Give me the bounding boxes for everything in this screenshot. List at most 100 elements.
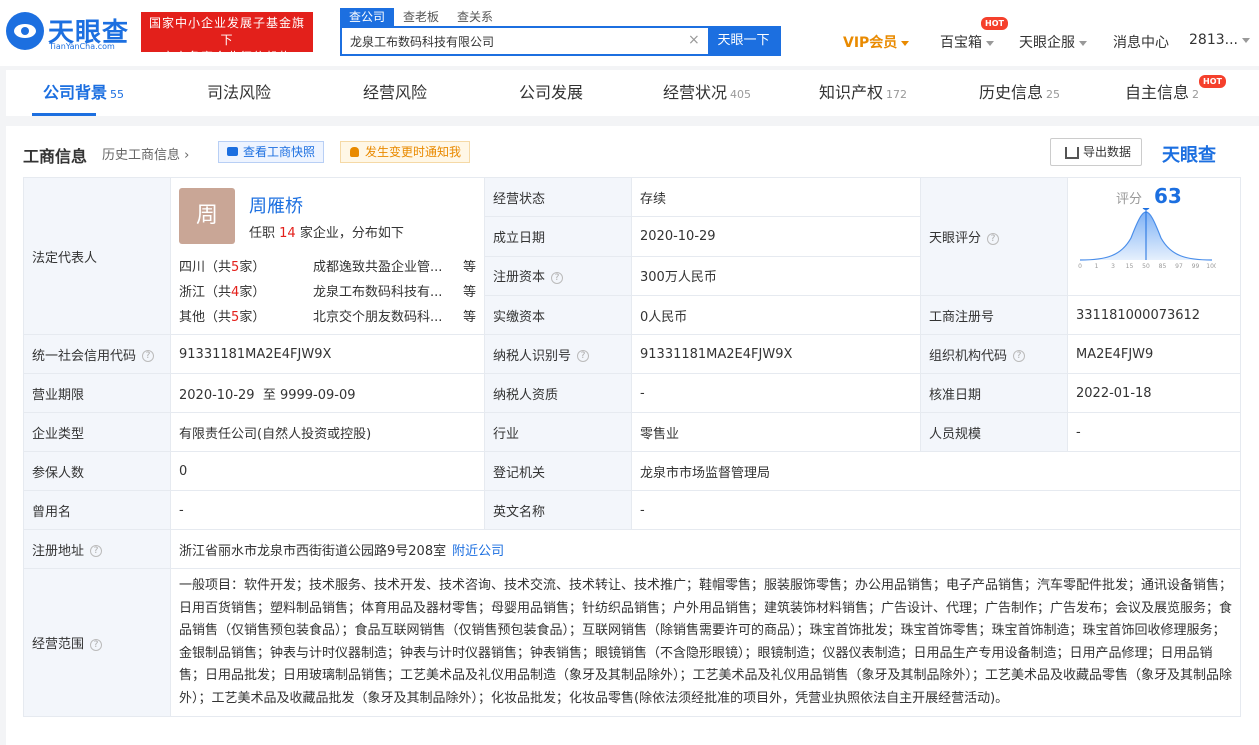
credit-code-text: 统一社会信用代码 xyxy=(32,348,137,364)
chevron-down-icon xyxy=(986,40,994,46)
score-tick-label: 15 xyxy=(1126,263,1134,270)
message-center-link[interactable]: 消息中心 xyxy=(1113,32,1169,52)
summary-suffix: 家企业，分布如下 xyxy=(299,226,404,241)
tab-count: 172 xyxy=(886,88,908,101)
legal-rep-label: 法定代表人 xyxy=(23,177,171,335)
tab-count: 25 xyxy=(1046,88,1061,101)
question-icon[interactable]: ? xyxy=(987,232,1000,245)
qifu-menu[interactable]: 天眼企服 xyxy=(1019,32,1087,52)
table-row: 企业类型 有限责任公司(自然人投资或控股) 行业 零售业 人员规模 - xyxy=(23,412,1241,452)
vip-label: VIP会员 xyxy=(843,35,898,51)
province-etc: 等 xyxy=(463,310,477,325)
approve-date-value: 2022-01-18 xyxy=(1067,373,1241,413)
tab-label: 历史信息 xyxy=(979,83,1044,102)
snapshot-button[interactable]: 查看工商快照 xyxy=(218,141,325,163)
status-value: 存续 xyxy=(631,176,921,218)
score-tick-label: 97 xyxy=(1175,263,1183,270)
credit-code-label: 统一社会信用代码? xyxy=(23,334,171,374)
tab-company-background[interactable]: 公司背景 55 xyxy=(43,70,124,116)
summary-prefix: 任职 xyxy=(249,226,276,241)
province-company[interactable]: 北京交个朋友数码科... xyxy=(313,306,453,325)
authority-value: 龙泉市市场监督管理局 xyxy=(631,451,1241,491)
avatar[interactable]: 周 xyxy=(179,188,235,244)
province-name: 四川 xyxy=(179,260,206,275)
tab-intellectual-property[interactable]: 知识产权 172 xyxy=(819,70,907,116)
history-link[interactable]: 历史工商信息 › xyxy=(102,144,189,163)
insured-value: 0 xyxy=(170,451,485,491)
nearby-companies-link[interactable]: 附近公司 xyxy=(452,544,504,559)
province-company[interactable]: 成都逸致共盈企业管... xyxy=(313,256,453,275)
score-tick-label: 50 xyxy=(1142,263,1150,270)
hot-badge: HOT xyxy=(981,17,1008,30)
legal-rep-name[interactable]: 周雁桥 xyxy=(249,192,303,218)
business-info-panel: 工商信息 历史工商信息 › 查看工商快照 发生变更时通知我 导出数据 天眼查 法… xyxy=(6,126,1259,745)
tab-company-development[interactable]: 公司发展 xyxy=(519,70,583,116)
staff-size-label: 人员规模 xyxy=(920,412,1068,452)
legal-rep-summary: 任职 14 家企业，分布如下 xyxy=(249,222,404,241)
official-banner[interactable]: 国家中小企业发展子基金旗下 官方备案企业征信机构 xyxy=(141,12,313,64)
tax-id-label: 纳税人识别号? xyxy=(484,334,632,374)
question-icon[interactable]: ? xyxy=(142,350,155,362)
tab-self-info[interactable]: 自主信息 2 xyxy=(1125,70,1199,116)
score-widget[interactable]: 评分 63 0 1 3 15 50 85 97 99 100 xyxy=(1068,178,1240,295)
tab-legal-risk[interactable]: 司法风险 xyxy=(207,70,271,116)
found-date-value: 2020-10-29 xyxy=(631,216,921,257)
score-value: 63 xyxy=(1154,184,1182,208)
question-icon[interactable]: ? xyxy=(90,545,103,557)
reg-number-value: 331181000073612 xyxy=(1067,295,1241,335)
province-post: 家） xyxy=(239,260,266,275)
tab-business-status[interactable]: 经营状况 405 xyxy=(663,70,751,116)
tianyancha-logo[interactable]: 天眼查 TianYanCha.com xyxy=(6,10,134,54)
active-tab-underline xyxy=(32,113,96,116)
tab-count: 405 xyxy=(730,88,752,101)
province-count[interactable]: 浙江（共4家） xyxy=(179,281,265,300)
chevron-down-icon xyxy=(901,40,910,46)
approve-date-label: 核准日期 xyxy=(920,373,1068,413)
score-tick-label: 0 xyxy=(1078,263,1082,270)
tab-label: 司法风险 xyxy=(207,83,272,102)
top-header: 天眼查 TianYanCha.com 国家中小企业发展子基金旗下 官方备案企业征… xyxy=(0,0,1259,66)
paid-capital-value: 0人民币 xyxy=(631,295,921,335)
province-post: 家） xyxy=(239,285,266,300)
clear-icon[interactable]: × xyxy=(688,32,700,48)
export-button[interactable]: 导出数据 xyxy=(1050,138,1142,166)
province-count[interactable]: 四川（共5家） xyxy=(179,256,265,275)
user-menu[interactable]: 2813... xyxy=(1189,32,1250,48)
search-input[interactable] xyxy=(342,28,692,54)
notify-button[interactable]: 发生变更时通知我 xyxy=(340,141,471,163)
province-pre: （共 xyxy=(205,285,232,300)
table-row: 参保人数 0 登记机关 龙泉市市场监督管理局 xyxy=(23,451,1241,491)
tab-label: 自主信息 xyxy=(1125,83,1190,102)
province-count[interactable]: 其他（共5家） xyxy=(179,306,265,325)
question-icon[interactable]: ? xyxy=(577,350,590,362)
score-field-label: 天眼评分 xyxy=(929,231,982,246)
score-label-cell: 天眼评分? xyxy=(920,177,1068,296)
province-name: 其他 xyxy=(179,310,206,325)
company-type-value: 有限责任公司(自然人投资或控股) xyxy=(170,412,485,452)
score-cell: 评分 63 0 1 3 15 50 85 97 99 100 xyxy=(1067,177,1241,296)
province-company[interactable]: 龙泉工布数码科技有... xyxy=(313,281,453,300)
tab-operation-risk[interactable]: 经营风险 xyxy=(363,70,427,116)
baibao-menu[interactable]: 百宝箱 xyxy=(940,32,994,52)
tab-label: 知识产权 xyxy=(819,83,884,102)
score-tick-label: 1 xyxy=(1095,263,1099,270)
province-name: 浙江 xyxy=(179,285,206,300)
question-icon[interactable]: ? xyxy=(551,271,564,284)
status-label: 经营状态 xyxy=(484,176,632,218)
tab-count: 55 xyxy=(110,88,125,101)
table-row: 曾用名 - 英文名称 - xyxy=(23,490,1241,530)
tax-id-value: 91331181MA2E4FJW9X xyxy=(631,334,921,374)
tab-search-boss[interactable]: 查老板 xyxy=(394,8,448,26)
tab-search-relation[interactable]: 查关系 xyxy=(448,8,502,26)
qifu-label: 天眼企服 xyxy=(1019,35,1075,51)
score-tick-label: 3 xyxy=(1111,263,1115,270)
score-marker-pin xyxy=(1142,208,1150,210)
tab-search-company[interactable]: 查公司 xyxy=(340,8,395,26)
question-icon[interactable]: ? xyxy=(1013,350,1026,362)
table-row: 法定代表人 周 周雁桥 任职 14 家企业，分布如下 四川（共5家） 成都逸致共… xyxy=(23,176,1241,335)
vip-menu[interactable]: VIP会员 xyxy=(843,32,910,52)
question-icon[interactable]: ? xyxy=(90,638,103,651)
score-caption: 评分 xyxy=(1116,192,1143,207)
search-button[interactable]: 天眼一下 xyxy=(708,28,779,54)
tab-history-info[interactable]: 历史信息 25 xyxy=(979,70,1060,116)
